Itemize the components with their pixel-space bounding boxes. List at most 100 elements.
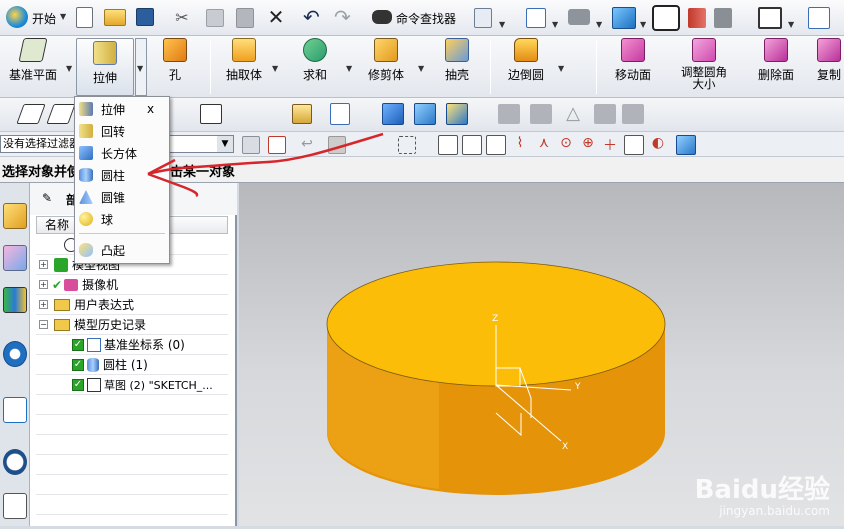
paste-icon[interactable]	[236, 8, 254, 28]
binoculars-icon[interactable]	[372, 10, 392, 24]
open-folder-icon[interactable]	[104, 9, 126, 26]
graphics-window[interactable]: Z Y X Baidu经验 jingyan.baidu.com	[239, 183, 844, 526]
constraint-icon[interactable]	[414, 103, 436, 125]
history-icon[interactable]	[3, 449, 27, 475]
tree-row[interactable]: ✓ 圆柱 (1)	[36, 355, 228, 375]
cube-view-icon[interactable]	[612, 7, 636, 29]
undo-icon[interactable]: ↶	[303, 6, 325, 28]
datum-plane-button[interactable]: 基准平面	[4, 36, 62, 83]
save-icon[interactable]	[136, 8, 154, 26]
eraser-icon[interactable]	[328, 136, 346, 154]
cut-icon[interactable]: ✂	[172, 8, 192, 28]
redo-icon[interactable]: ↷	[334, 6, 356, 28]
snap-mid-icon[interactable]	[486, 135, 506, 155]
wcs-icon[interactable]	[808, 7, 830, 29]
snap-line-icon[interactable]	[462, 135, 482, 155]
menu-item-revolve[interactable]: 回转	[79, 121, 167, 141]
snap-face-icon[interactable]: ◐	[648, 135, 668, 155]
snap-quadrant-icon[interactable]: ⊕	[578, 135, 598, 155]
trim-dropdown-icon[interactable]: ▼	[418, 64, 424, 73]
curve-icon[interactable]	[200, 104, 222, 124]
snap-body-icon[interactable]	[676, 135, 696, 155]
fit-view-icon[interactable]	[526, 8, 546, 28]
web-browser-icon[interactable]	[3, 397, 27, 423]
resize-blend-button[interactable]: 调整圆角大小	[676, 36, 732, 90]
move-face-button[interactable]: 移动面	[610, 36, 656, 83]
assembly-navigator-icon[interactable]	[3, 203, 27, 229]
hole-button[interactable]: 孔	[160, 36, 190, 83]
menu-item-block[interactable]: 长方体	[79, 143, 167, 163]
tree-row[interactable]: ✓ 草图 (2) "SKETCH_...	[36, 375, 228, 395]
menu-item-cone[interactable]: 圆锥	[79, 187, 167, 207]
shell-button[interactable]: 抽壳	[442, 36, 472, 83]
menu-item-extrude[interactable]: 拉伸 x	[79, 99, 167, 119]
render-dropdown-icon[interactable]: ▼	[596, 20, 602, 29]
section-icon[interactable]	[688, 8, 706, 28]
snap-curve-icon[interactable]: ⌇	[510, 135, 530, 155]
display-mode-icon[interactable]	[652, 5, 680, 31]
menu-item-boss[interactable]: 凸起	[79, 240, 167, 260]
info-dropdown-icon[interactable]: ▼	[499, 20, 505, 29]
snap-center-icon[interactable]: ⊙	[556, 135, 576, 155]
text-icon[interactable]	[292, 104, 312, 124]
info-icon[interactable]	[474, 8, 492, 28]
tree-row[interactable]: + 用户表达式	[36, 295, 228, 315]
box-select-icon[interactable]	[398, 136, 416, 154]
selection-scope-icon[interactable]	[242, 136, 260, 154]
close-icon[interactable]: x	[147, 102, 154, 116]
assembly-icon[interactable]	[382, 103, 404, 125]
background-icon[interactable]	[758, 7, 782, 29]
snap-on-curve-icon[interactable]	[624, 135, 644, 155]
extrude-dropdown-button[interactable]: ▼	[135, 38, 147, 96]
copy-face-button[interactable]: 复制	[814, 36, 844, 83]
hide-icon[interactable]	[714, 8, 732, 28]
start-dropdown-icon[interactable]: ▼	[60, 12, 66, 21]
sketch-plane-icon[interactable]	[16, 104, 46, 124]
command-finder-button[interactable]: 命令查找器	[396, 10, 456, 27]
collapse-icon[interactable]: −	[39, 320, 48, 329]
roles-icon[interactable]	[3, 493, 27, 519]
expand-icon[interactable]: +	[39, 300, 48, 309]
constraint-navigator-icon[interactable]	[3, 245, 27, 271]
datum-dropdown-icon[interactable]: ▼	[66, 64, 72, 73]
pin-icon[interactable]: ✎	[42, 191, 52, 205]
delete-face-button[interactable]: 删除面	[754, 36, 798, 83]
trim-body-button[interactable]: 修剪体	[364, 36, 408, 83]
arrow-icon[interactable]: ↩	[298, 136, 316, 154]
orient-dropdown-icon[interactable]: ▼	[640, 20, 646, 29]
edge-blend-button[interactable]: 边倒圆	[504, 36, 548, 83]
fit-dropdown-icon[interactable]: ▼	[552, 20, 558, 29]
snap-end-icon[interactable]	[438, 135, 458, 155]
blend-dropdown-icon[interactable]: ▼	[558, 64, 564, 73]
copy-icon[interactable]	[206, 9, 224, 27]
checkbox[interactable]: ✓	[72, 338, 84, 351]
new-file-icon[interactable]	[76, 7, 93, 28]
reuse-library-icon[interactable]	[3, 341, 27, 367]
checkbox[interactable]: ✓	[72, 358, 84, 371]
snap-point-icon[interactable]	[268, 136, 286, 154]
extract-body-button[interactable]: 抽取体	[222, 36, 266, 83]
start-menu-icon[interactable]	[6, 6, 28, 28]
tree-row[interactable]: ✓ 基准坐标系 (0)	[36, 335, 228, 355]
tree-row[interactable]: − 模型历史记录	[36, 315, 228, 335]
menu-item-cylinder[interactable]: 圆柱	[79, 165, 167, 185]
tree-row[interactable]: + ✔ 摄像机	[36, 275, 228, 295]
sketch-plane2-icon[interactable]	[46, 104, 76, 124]
snap-cross-icon[interactable]: ＋	[600, 135, 620, 155]
background-dropdown-icon[interactable]: ▼	[788, 20, 794, 29]
unite-button[interactable]: 求和	[300, 36, 330, 83]
delete-icon[interactable]: ✕	[266, 6, 286, 28]
shaded-view-icon[interactable]	[568, 9, 590, 25]
move-component-icon[interactable]	[446, 103, 468, 125]
expand-icon[interactable]: +	[39, 260, 48, 269]
checkbox[interactable]: ✓	[72, 378, 84, 391]
extract-dropdown-icon[interactable]: ▼	[272, 64, 278, 73]
start-button[interactable]: 开始	[32, 10, 56, 27]
part-navigator-icon[interactable]	[3, 287, 27, 313]
snap-tangent-icon[interactable]: ⋏	[534, 135, 554, 155]
menu-item-sphere[interactable]: 球	[79, 209, 167, 229]
annotation-icon[interactable]	[330, 103, 350, 125]
unite-dropdown-icon[interactable]: ▼	[346, 64, 352, 73]
extrude-button[interactable]: 拉伸	[76, 38, 134, 96]
expand-icon[interactable]: +	[39, 280, 48, 289]
